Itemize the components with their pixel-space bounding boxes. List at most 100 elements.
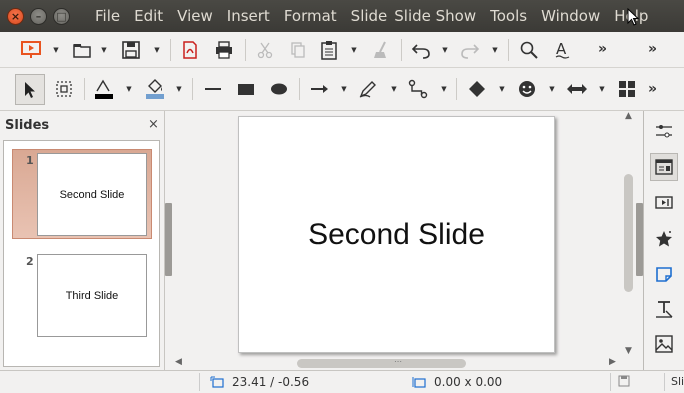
block-arrows-dropdown[interactable]: ▼ — [598, 74, 606, 104]
open-dropdown[interactable]: ▼ — [100, 35, 108, 65]
sidebar-splitter[interactable] — [636, 203, 643, 276]
sidebar-deck — [643, 111, 684, 370]
flowchart-icon[interactable] — [613, 74, 641, 104]
find-replace-icon[interactable] — [515, 35, 543, 65]
slide-transition-icon[interactable] — [650, 189, 678, 217]
print-icon[interactable] — [210, 35, 238, 65]
line-color-dropdown[interactable]: ▼ — [125, 74, 133, 104]
menu-items: File Edit View Insert Format Slide Slide… — [88, 7, 655, 25]
menu-file[interactable]: File — [88, 7, 127, 25]
vertical-scroll-thumb[interactable] — [624, 174, 633, 292]
drawing-toolbar: ▼ ▼ ▼ ▼ ▼ ▼ ▼ ▼ » — [0, 68, 684, 111]
vertical-scrollbar[interactable]: ▲ ▼ — [623, 111, 635, 357]
size-value: 0.00 x 0.00 — [434, 375, 503, 389]
spelling-icon[interactable]: A — [549, 35, 577, 65]
open-icon[interactable] — [68, 35, 96, 65]
menu-window[interactable]: Window — [534, 7, 607, 25]
slides-list: 1 Second Slide 2 Third Slide — [3, 140, 160, 367]
redo-dropdown[interactable]: ▼ — [491, 35, 499, 65]
gallery-icon[interactable] — [650, 330, 678, 358]
menu-view[interactable]: View — [170, 7, 220, 25]
slide-title-text[interactable]: Second Slide — [308, 218, 485, 252]
start-presentation-dropdown[interactable]: ▼ — [52, 35, 60, 65]
size-icon — [412, 377, 426, 388]
line-color-icon[interactable] — [90, 74, 118, 104]
slide-indicator: Sli — [671, 375, 684, 388]
undo-icon[interactable] — [407, 35, 435, 65]
paste-dropdown[interactable]: ▼ — [350, 35, 358, 65]
fill-color-icon[interactable] — [141, 74, 169, 104]
curve-icon[interactable] — [354, 74, 382, 104]
undo-dropdown[interactable]: ▼ — [441, 35, 449, 65]
save-icon[interactable] — [117, 35, 145, 65]
line-icon[interactable] — [199, 74, 227, 104]
scroll-down-icon[interactable]: ▼ — [625, 346, 632, 356]
block-arrows-icon[interactable] — [563, 74, 591, 104]
basic-shapes-icon[interactable] — [463, 74, 491, 104]
size-indicator: 0.00 x 0.00 — [412, 375, 502, 389]
symbol-shapes-dropdown[interactable]: ▼ — [548, 74, 556, 104]
cut-icon[interactable] — [252, 35, 278, 65]
slide-preview: Third Slide — [37, 254, 147, 337]
slides-pane: Slides × 1 Second Slide 2 Third Slide — [0, 111, 165, 370]
more-standard-toolbar[interactable]: » — [598, 41, 607, 57]
menu-format[interactable]: Format — [277, 7, 344, 25]
slide-canvas[interactable]: Second Slide — [238, 116, 555, 353]
menu-bar: × – □ File Edit View Insert Format Slide… — [0, 0, 684, 32]
connector-dropdown[interactable]: ▼ — [440, 74, 448, 104]
slide-preview: Second Slide — [37, 153, 147, 236]
menu-insert[interactable]: Insert — [220, 7, 277, 25]
export-pdf-icon[interactable] — [176, 35, 204, 65]
animation-icon[interactable] — [650, 225, 678, 253]
start-presentation-icon[interactable] — [16, 35, 46, 65]
save-dropdown[interactable]: ▼ — [153, 35, 161, 65]
close-slides-pane-button[interactable]: × — [148, 117, 159, 132]
scroll-left-icon[interactable]: ◀ — [175, 357, 182, 367]
slide-number: 2 — [26, 255, 34, 268]
standard-toolbar: ▼ ▼ ▼ ▼ ▼ ▼ A » » — [0, 32, 684, 68]
horizontal-scrollbar[interactable]: ◀ ⋯ ▶ — [172, 357, 622, 370]
scroll-up-icon[interactable]: ▲ — [625, 111, 632, 121]
maximize-window-button[interactable]: □ — [53, 7, 70, 25]
clone-formatting-icon[interactable] — [368, 35, 394, 65]
master-slides-icon[interactable] — [650, 260, 678, 288]
zoom-pan-icon[interactable] — [50, 74, 78, 104]
minimize-window-button[interactable]: – — [30, 7, 47, 25]
slides-pane-title: Slides — [5, 118, 50, 133]
menu-edit[interactable]: Edit — [127, 7, 170, 25]
rectangle-icon[interactable] — [232, 74, 260, 104]
properties-icon[interactable] — [650, 117, 678, 145]
redo-icon[interactable] — [456, 35, 484, 65]
slides-pane-splitter[interactable] — [165, 203, 172, 276]
slide-editor: Second Slide ▲ ▼ ◀ ⋯ ▶ — [172, 111, 637, 370]
connector-icon[interactable] — [404, 74, 432, 104]
scroll-grip-icon: ⋯ — [394, 357, 402, 366]
menu-slide[interactable]: Slide — [344, 7, 395, 25]
select-icon[interactable] — [15, 74, 45, 105]
basic-shapes-dropdown[interactable]: ▼ — [498, 74, 506, 104]
styles-icon[interactable] — [650, 295, 678, 323]
document-modified-icon[interactable] — [618, 375, 630, 390]
scroll-right-icon[interactable]: ▶ — [609, 357, 616, 367]
paste-icon[interactable] — [316, 35, 342, 65]
horizontal-scroll-thumb[interactable] — [297, 359, 466, 368]
curve-dropdown[interactable]: ▼ — [390, 74, 398, 104]
slide-number: 1 — [26, 154, 34, 167]
fill-color-dropdown[interactable]: ▼ — [175, 74, 183, 104]
symbol-shapes-icon[interactable] — [513, 74, 541, 104]
copy-icon[interactable] — [285, 35, 311, 65]
arrow-line-dropdown[interactable]: ▼ — [340, 74, 348, 104]
ellipse-icon[interactable] — [265, 74, 293, 104]
close-window-button[interactable]: × — [7, 7, 24, 25]
arrow-line-icon[interactable] — [305, 74, 333, 104]
window-controls: × – □ — [7, 7, 70, 25]
slide-thumbnail-1[interactable]: 1 Second Slide — [12, 149, 152, 239]
menu-slide-show[interactable]: Slide Show — [394, 7, 483, 25]
slide-layout-icon[interactable] — [650, 153, 678, 181]
more-drawing-toolbar[interactable]: » — [648, 81, 657, 97]
menu-tools[interactable]: Tools — [483, 7, 534, 25]
slide-thumbnail-2[interactable]: 2 Third Slide — [12, 249, 152, 339]
position-icon — [210, 376, 224, 388]
position-indicator: 23.41 / -0.56 — [210, 375, 309, 389]
more-standard-toolbar-2[interactable]: » — [648, 41, 657, 57]
